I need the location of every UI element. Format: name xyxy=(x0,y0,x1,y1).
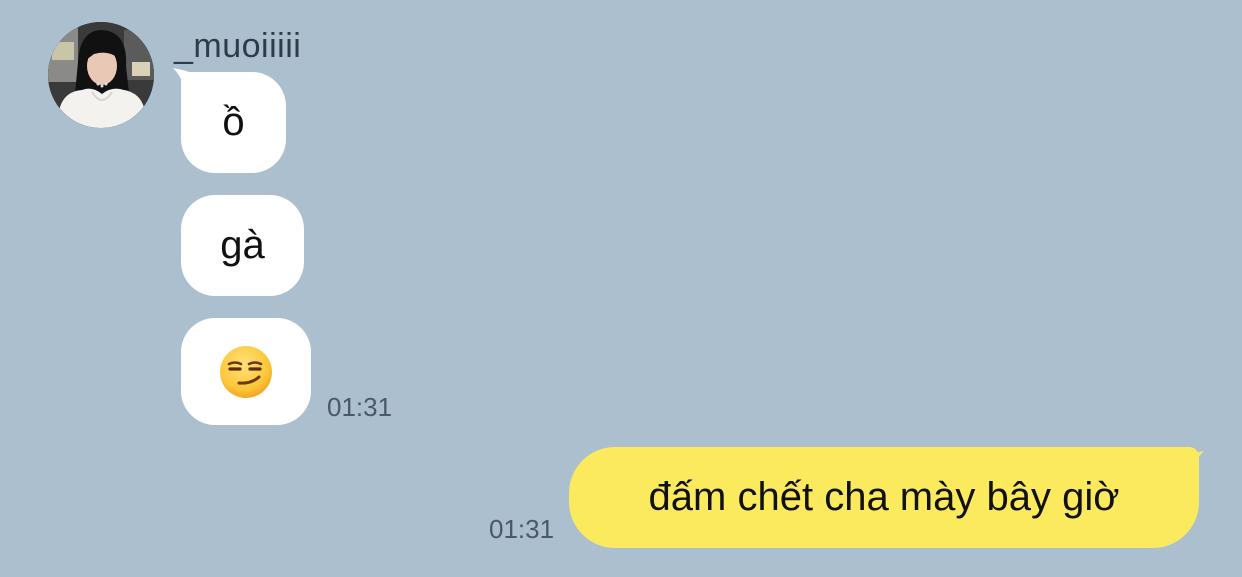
avatar-photo-icon xyxy=(48,22,154,128)
sender-avatar[interactable] xyxy=(48,22,154,128)
message-text: gà xyxy=(220,223,265,267)
outgoing-message-time: 01:31 xyxy=(489,514,555,544)
outgoing-message-bubble[interactable]: đấm chết cha mày bây giờ xyxy=(569,447,1199,548)
message-text: ồ xyxy=(222,100,245,144)
incoming-message-time: 01:31 xyxy=(327,392,393,422)
incoming-message-bubble[interactable]: gà xyxy=(181,195,304,296)
chat-view: _muoiiiii ồ gà 01:31 01:31 đấm chết cha … xyxy=(0,0,1242,577)
incoming-message-bubble[interactable] xyxy=(181,318,311,425)
message-text: đấm chết cha mày bây giờ xyxy=(648,475,1120,519)
incoming-message-bubble[interactable]: ồ xyxy=(181,72,286,173)
smirking-face-emoji-icon xyxy=(220,345,272,398)
sender-name[interactable]: _muoiiiii xyxy=(174,26,301,66)
